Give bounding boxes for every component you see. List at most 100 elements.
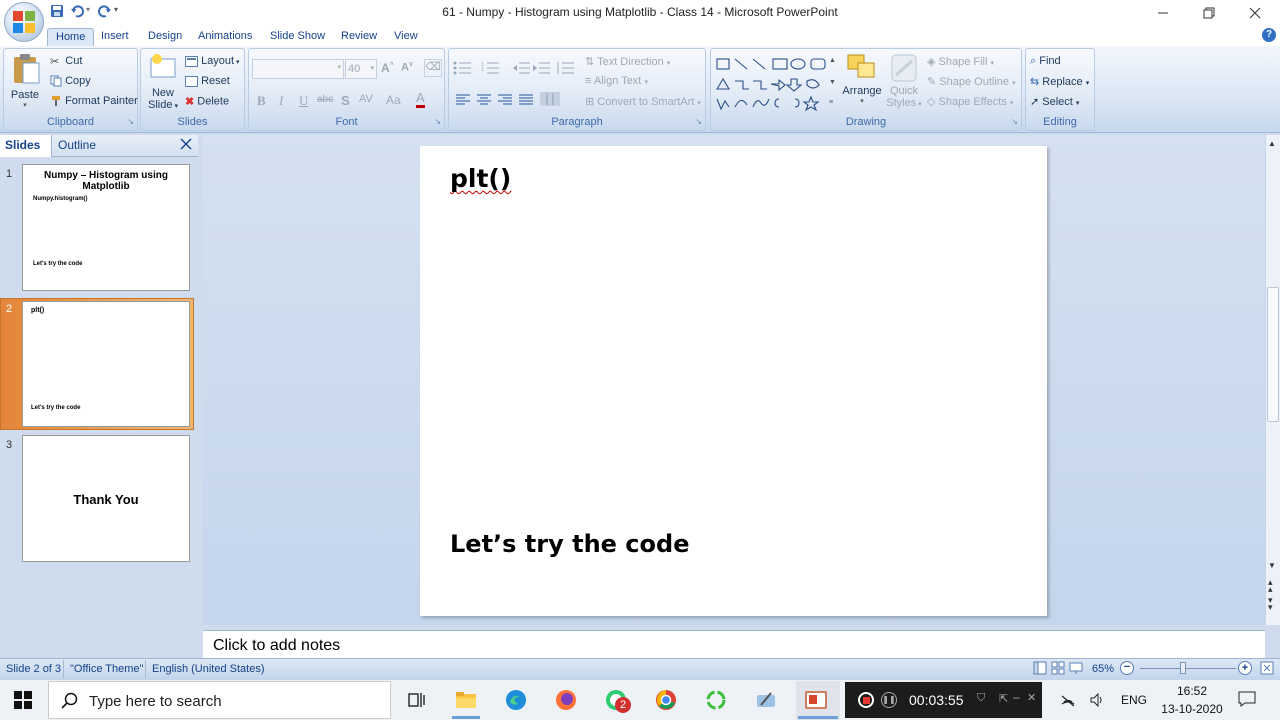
font-launcher-icon[interactable]: ↘ [434,117,441,126]
clipboard-launcher-icon[interactable]: ↘ [127,117,134,126]
customize-qat-icon[interactable]: ▾ [114,5,118,14]
slide-thumbnail[interactable]: Thank You [22,435,190,562]
reset-button[interactable]: Reset [185,75,230,87]
clock-time[interactable]: 16:52 [1160,684,1224,698]
replace-button[interactable]: ⇆ Replace ▾ [1030,75,1089,88]
shrink-font-icon[interactable]: Av [401,61,413,74]
convert-smartart-button[interactable]: ⊞ Convert to SmartArt ▾ [585,95,701,108]
tab-animations[interactable]: Animations [190,28,260,46]
slide-show-view-icon[interactable] [1069,661,1083,675]
shapes-gallery[interactable]: ▲ ▼ ≡ [715,55,836,113]
tab-home[interactable]: Home [47,28,95,46]
align-right-icon[interactable] [497,93,513,107]
clock-date[interactable]: 13-10-2020 [1156,702,1228,716]
columns-icon[interactable] [539,91,561,107]
font-name-combo[interactable]: ▾ [252,59,344,79]
close-panel-icon[interactable] [180,138,192,150]
zoom-in-icon[interactable]: + [1238,661,1252,675]
character-spacing-icon[interactable]: AV [359,93,373,105]
italic-icon[interactable]: I [279,93,283,109]
shape-effects-button[interactable]: ◇ Shape Effects ▾ [927,95,1013,108]
underline-icon[interactable]: U [299,93,308,109]
close-recorder-icon[interactable]: ✕ [1027,691,1036,704]
shapes-scroll-down-icon[interactable]: ▼ [829,79,836,86]
zoom-out-icon[interactable]: − [1120,661,1134,675]
save-icon[interactable] [50,4,64,18]
file-explorer-icon[interactable] [454,688,478,712]
slide-thumbnail[interactable]: Numpy – Histogram using Matplotlib Numpy… [22,164,190,291]
help-icon[interactable]: ? [1262,28,1276,42]
vertical-scrollbar[interactable]: ▲ ▼ ▴ ▴ ▾ ▾ [1265,135,1280,625]
new-slide-button[interactable]: New Slide ▾ [145,53,181,117]
font-color-icon[interactable]: A [416,91,425,108]
close-button[interactable] [1232,0,1278,26]
quick-styles-button[interactable]: Quick Styles ▾ [885,53,923,119]
next-slide-icon[interactable]: ▾ ▾ [1268,596,1273,612]
previous-slide-icon[interactable]: ▴ ▴ [1268,578,1273,594]
cut-button[interactable]: ✂ Cut [50,55,82,68]
align-center-icon[interactable] [476,93,492,107]
slide-thumbnail-selected[interactable]: plt() Let's try the code [22,301,190,427]
firefox-icon[interactable] [554,688,578,712]
tab-view[interactable]: View [386,28,426,46]
expand-icon[interactable]: ⇱ [999,692,1008,705]
undo-icon[interactable] [70,4,84,18]
slide-title[interactable]: plt() [450,164,511,193]
drawing-launcher-icon[interactable]: ↘ [1011,117,1018,126]
office-button[interactable] [4,2,44,42]
restore-button[interactable] [1186,0,1232,26]
text-shadow-icon[interactable]: S [341,93,350,108]
paste-button[interactable]: Paste ▾ [8,53,42,115]
layout-button[interactable]: Layout ▾ [185,55,240,67]
minimize-recorder-icon[interactable]: – [1013,690,1020,704]
notifications-icon[interactable] [1238,691,1256,707]
shape-outline-button[interactable]: ✎ Shape Outline ▾ [927,75,1016,88]
pause-icon[interactable]: ❚❚ [881,692,897,708]
minimize-button[interactable] [1140,0,1186,26]
decrease-indent-icon[interactable] [513,61,531,75]
align-left-icon[interactable] [455,93,471,107]
grow-font-icon[interactable]: A^ [381,61,394,75]
clear-formatting-icon[interactable]: ⌫ [424,59,442,77]
windows-start-icon[interactable] [14,691,32,709]
shield-icon[interactable]: ⛉ [977,692,985,705]
paragraph-launcher-icon[interactable]: ↘ [695,117,702,126]
volume-icon[interactable] [1089,692,1105,708]
format-painter-button[interactable]: Format Painter [50,95,138,107]
tab-design[interactable]: Design [140,28,190,46]
change-case-icon[interactable]: Aa [386,93,401,107]
record-stop-icon[interactable] [858,692,874,708]
tab-slides[interactable]: Slides [5,138,40,152]
notes-placeholder[interactable]: Click to add notes [213,637,340,655]
normal-view-icon[interactable] [1033,661,1047,675]
shapes-more-icon[interactable]: ≡ [829,99,833,106]
powerpoint-icon[interactable] [804,688,828,712]
scroll-down-icon[interactable]: ▼ [1268,561,1276,570]
zoom-slider-track[interactable] [1140,668,1236,669]
tab-insert[interactable]: Insert [93,28,137,46]
paint-tool-icon[interactable] [754,688,778,712]
zoom-level[interactable]: 65% [1092,663,1114,675]
taskbar-search[interactable]: Type here to search [48,681,391,719]
undo-dropdown-icon[interactable]: ▾ [86,5,90,14]
language-status[interactable]: English (United States) [152,663,265,675]
redo-icon[interactable] [98,4,112,18]
slide-body-text[interactable]: Let’s try the code [450,530,689,558]
refresh-app-icon[interactable] [704,688,728,712]
copy-button[interactable]: Copy [50,75,91,87]
bold-icon[interactable]: B [257,93,266,109]
slide-sorter-icon[interactable] [1051,661,1065,675]
justify-icon[interactable] [518,93,534,107]
notes-pane[interactable]: Click to add notes [203,630,1265,658]
delete-button[interactable]: ✖ Delete [185,95,229,108]
task-view-icon[interactable] [404,688,428,712]
align-text-button[interactable]: ≡ Align Text ▾ [585,75,648,87]
tab-review[interactable]: Review [333,28,385,46]
wifi-icon[interactable] [1060,692,1076,708]
scroll-up-icon[interactable]: ▲ [1268,139,1276,148]
numbering-icon[interactable]: 12 [481,61,501,75]
bullets-icon[interactable] [453,61,473,75]
shapes-scroll-up-icon[interactable]: ▲ [829,57,836,64]
scroll-thumb[interactable] [1267,287,1279,422]
arrange-button[interactable]: Arrange ▾ [841,53,883,119]
